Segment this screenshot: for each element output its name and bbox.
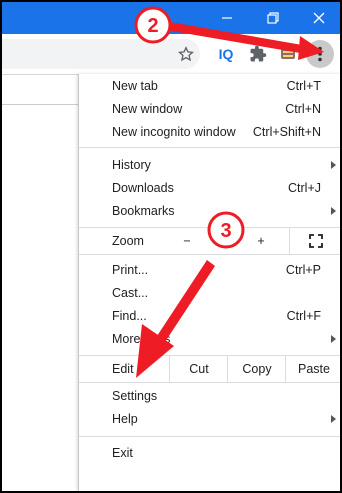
step-2-number: 2: [147, 15, 158, 37]
browser-window: IQ New tab Ctrl+T New window Ctrl+N New in…: [0, 0, 342, 493]
arrow-to-settings: [136, 260, 215, 378]
annotation-overlay: 2 3: [134, 6, 324, 378]
arrow-to-menu-button: [166, 22, 324, 60]
step-3-number: 3: [220, 220, 231, 242]
step-3-badge: 3: [207, 211, 245, 249]
step-2-badge: 2: [134, 6, 172, 44]
